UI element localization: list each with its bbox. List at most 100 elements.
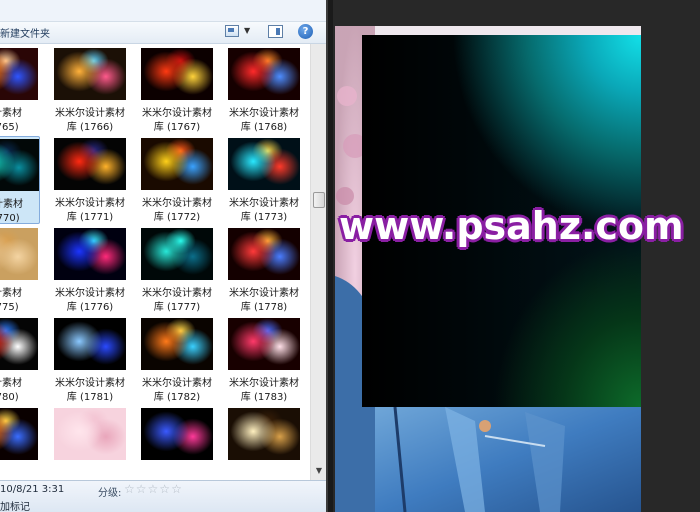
- file-name-label: 米米尔设计素材库 (1771): [40, 197, 140, 225]
- file-name-line2: 库 (1767): [153, 122, 201, 133]
- thumbnail-image: [228, 318, 300, 370]
- file-name-line2: 库 (1773): [240, 212, 288, 223]
- file-name-line1: 米米尔设计素材: [229, 108, 299, 119]
- file-name-line1: 米米尔设计素材: [55, 288, 125, 299]
- rating-label: 分级:: [98, 488, 122, 499]
- thumbnail-image: [54, 138, 126, 190]
- file-thumbnail-item[interactable]: 米米尔设计素材库 (1767): [137, 46, 215, 134]
- file-thumbnail-item[interactable]: 米米尔设计素材库 (1766): [50, 46, 128, 134]
- file-name-line2: 库 (1783): [240, 392, 288, 403]
- file-thumbnail-item[interactable]: [137, 406, 215, 480]
- watermark-text: www.psahz.com: [339, 204, 684, 248]
- file-name-line1: 米米尔设计素材: [229, 198, 299, 209]
- file-name-label: 米米尔设计素材库 (1783): [214, 377, 310, 405]
- explorer-title-band: [0, 0, 330, 22]
- thumbnail-image: [228, 228, 300, 280]
- file-name-line1: 米米尔设计素材: [142, 288, 212, 299]
- file-thumbnail-item[interactable]: 米米尔设计素材库 (1776): [50, 226, 128, 314]
- editor-canvas-area: www.psahz.com: [333, 0, 700, 512]
- rating-star-icon[interactable]: ☆: [148, 483, 159, 495]
- thumbnail-image: [228, 48, 300, 100]
- file-name-line1: 米米尔设计素材: [55, 378, 125, 389]
- thumbnail-image: [54, 48, 126, 100]
- add-tag-field[interactable]: 加标记: [0, 498, 30, 512]
- preview-pane-icon[interactable]: [268, 25, 283, 38]
- thumbnail-image: [0, 139, 39, 191]
- file-thumbnail-item[interactable]: 设计素材(1775): [0, 226, 40, 314]
- file-name-line2: 库 (1777): [153, 302, 201, 313]
- file-name-label: 米米尔设计素材库 (1766): [40, 107, 140, 135]
- file-name-line2: 库 (1771): [66, 212, 114, 223]
- file-name-label: 米米尔设计素材库 (1781): [40, 377, 140, 405]
- thumbnail-image: [141, 48, 213, 100]
- file-name-label: 米米尔设计素材库 (1768): [214, 107, 310, 135]
- thumbnail-image: [54, 408, 126, 460]
- thumbnail-image: [0, 228, 38, 280]
- details-status-bar: 10/8/21 3:31 加标记 分级: ☆ ☆ ☆ ☆ ☆: [0, 480, 330, 512]
- file-name-line1: 米米尔设计素材: [229, 378, 299, 389]
- file-name-label: 米米尔设计素材库 (1772): [127, 197, 227, 225]
- file-name-line2: 库 (1782): [153, 392, 201, 403]
- file-name-line2: 库 (1781): [66, 392, 114, 403]
- file-thumbnail-item[interactable]: 米米尔设计素材库 (1773): [224, 136, 302, 224]
- file-name-line1: 米米尔设计素材: [55, 108, 125, 119]
- file-name-line2: 库 (1766): [66, 122, 114, 133]
- rating-star-icon[interactable]: ☆: [124, 483, 135, 495]
- thumbnail-image: [228, 408, 300, 460]
- file-thumbnail-item[interactable]: [224, 406, 302, 480]
- file-thumbnail-item[interactable]: 米米尔设计素材库 (1782): [137, 316, 215, 404]
- thumbnail-image: [141, 138, 213, 190]
- rating-star-icon[interactable]: ☆: [159, 483, 170, 495]
- file-thumbnail-item[interactable]: 米米尔设计素材库 (1771): [50, 136, 128, 224]
- file-grid: 设计素材(1765)米米尔设计素材库 (1766)米米尔设计素材库 (1767)…: [0, 44, 310, 480]
- file-thumbnail-item[interactable]: 设计素材(1765): [0, 46, 40, 134]
- file-thumbnail-item[interactable]: [0, 406, 40, 480]
- thumbnail-image: [54, 228, 126, 280]
- file-thumbnail-item[interactable]: 米米尔设计素材库 (1781): [50, 316, 128, 404]
- thumbnail-image: [141, 318, 213, 370]
- thumbnail-image: [54, 318, 126, 370]
- file-thumbnail-item[interactable]: 米米尔设计素材库 (1772): [137, 136, 215, 224]
- scroll-down-arrow-icon[interactable]: ▼: [312, 464, 326, 478]
- file-name-line2: 库 (1778): [240, 302, 288, 313]
- scrollbar-thumb[interactable]: [313, 192, 325, 208]
- file-thumbnail-item[interactable]: 米米尔设计素材库 (1778): [224, 226, 302, 314]
- vertical-scrollbar[interactable]: ▼: [310, 44, 327, 480]
- file-name-line2: 库 (1768): [240, 122, 288, 133]
- file-name-label: 米米尔设计素材库 (1767): [127, 107, 227, 135]
- file-name-label: 米米尔设计素材库 (1777): [127, 287, 227, 315]
- change-view-icon[interactable]: [225, 25, 239, 37]
- screen: 新建文件夹 ▼ ? 设计素材(1765)米米尔设计素材库 (1766)米米尔设计…: [0, 0, 700, 512]
- file-name-line2: 库 (1776): [66, 302, 114, 313]
- new-folder-button[interactable]: 新建文件夹: [0, 25, 50, 40]
- thumbnail-image: [141, 408, 213, 460]
- thumbnail-image: [0, 48, 38, 100]
- file-name-label: 米米尔设计素材库 (1782): [127, 377, 227, 405]
- file-thumbnail-item[interactable]: 米米尔设计素材库 (1768): [224, 46, 302, 134]
- chevron-down-icon[interactable]: ▼: [244, 26, 250, 35]
- document-canvas[interactable]: [335, 26, 641, 512]
- file-thumbnail-item[interactable]: 设计素材(1770): [0, 136, 40, 224]
- file-name-label: 米米尔设计素材库 (1778): [214, 287, 310, 315]
- file-name-line1: 米米尔设计素材: [142, 378, 212, 389]
- file-name-line1: 米米尔设计素材: [142, 198, 212, 209]
- thumbnail-image: [141, 228, 213, 280]
- thumbnail-image: [0, 408, 38, 460]
- rating-star-icon[interactable]: ☆: [136, 483, 147, 495]
- file-name-label: 米米尔设计素材库 (1773): [214, 197, 310, 225]
- window-divider: [326, 0, 333, 512]
- file-thumbnail-item[interactable]: 设计素材(1780): [0, 316, 40, 404]
- help-icon[interactable]: ?: [298, 24, 313, 39]
- file-thumbnail-item[interactable]: 米米尔设计素材库 (1777): [137, 226, 215, 314]
- thumbnail-image: [0, 318, 38, 370]
- file-name-line1: 米米尔设计素材: [55, 198, 125, 209]
- file-thumbnail-item[interactable]: [50, 406, 128, 480]
- rating-stars[interactable]: ☆ ☆ ☆ ☆ ☆: [124, 483, 182, 495]
- file-explorer-window: 新建文件夹 ▼ ? 设计素材(1765)米米尔设计素材库 (1766)米米尔设计…: [0, 0, 330, 512]
- file-thumbnail-item[interactable]: 米米尔设计素材库 (1783): [224, 316, 302, 404]
- file-name-line2: 库 (1772): [153, 212, 201, 223]
- file-name-label: 米米尔设计素材库 (1776): [40, 287, 140, 315]
- rating-star-icon[interactable]: ☆: [171, 483, 182, 495]
- file-name-line1: 米米尔设计素材: [142, 108, 212, 119]
- thumbnail-image: [228, 138, 300, 190]
